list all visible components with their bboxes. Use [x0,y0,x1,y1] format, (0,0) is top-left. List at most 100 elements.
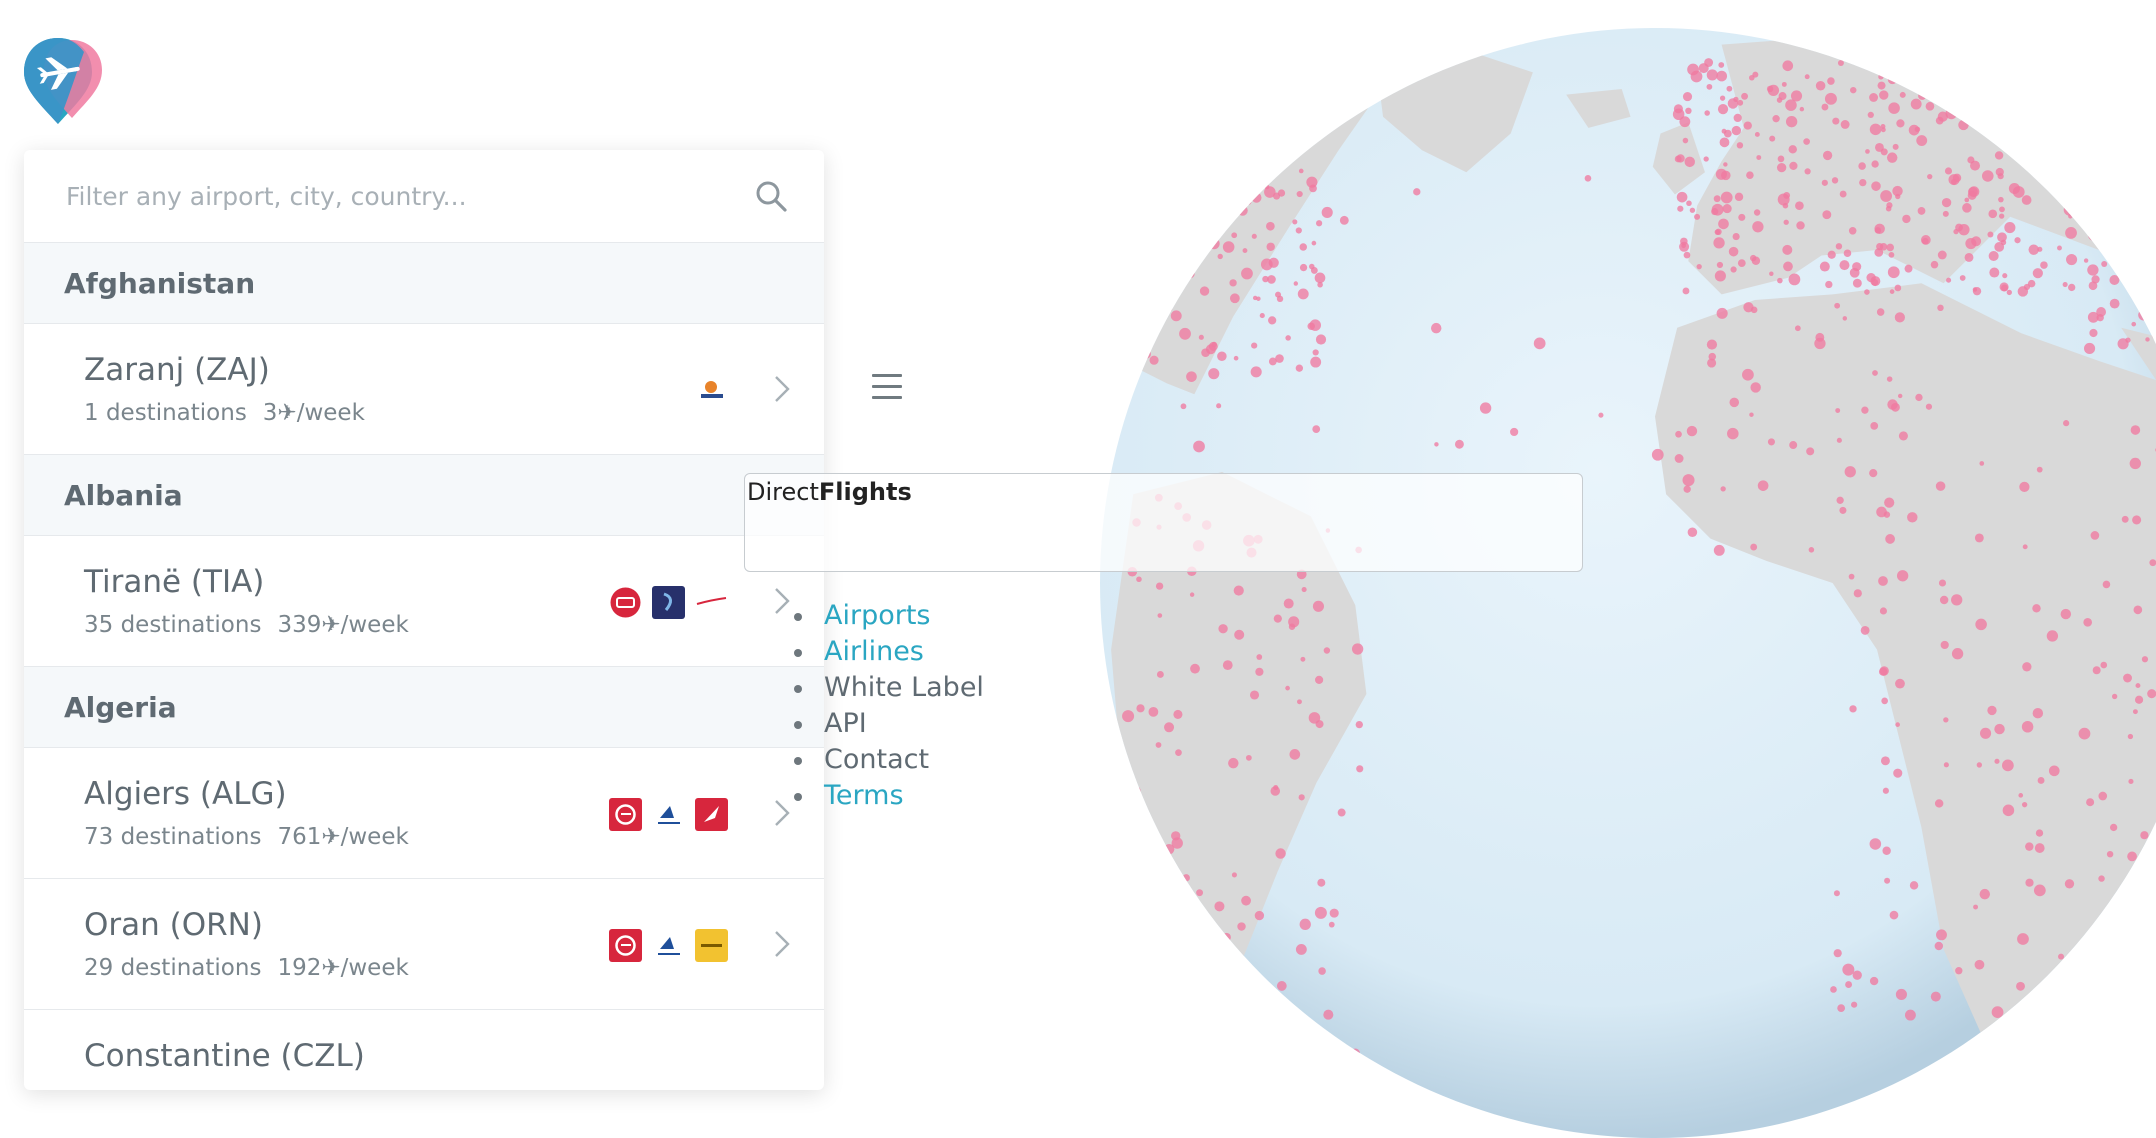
airport-dot [1731,125,1742,136]
airport-dot [1263,165,1276,178]
airport-dot [1998,213,2005,219]
airport-dot [1155,1057,1162,1064]
menu-item-terms[interactable]: Terms [794,778,984,814]
airport-dot [1163,1039,1173,1048]
airport-dot [2077,110,2090,122]
airport-row-tia[interactable]: Tiranë (TIA) 35 destinations 339✈/week [24,536,824,667]
airport-dot [2133,605,2143,615]
airport-dot [1234,629,1245,640]
menu-item-airlines[interactable]: Airlines [794,634,984,670]
airport-dot [1225,183,1230,188]
airport-dot [1716,307,1728,319]
blue-square-logo-icon [652,586,685,619]
airport-dot [1720,191,1733,204]
airport-dot [2034,843,2045,853]
airport-dot [1867,111,1874,119]
airport-dot [1122,710,1135,723]
airport-dot [2019,103,2025,110]
airport-dot [2090,531,2100,540]
search-icon[interactable] [754,179,788,213]
hamburger-menu-icon[interactable] [872,374,902,400]
app-logo[interactable] [20,34,106,126]
airport-dot [1720,486,1726,492]
airport-dot [1733,113,1742,123]
airport-dot [1915,393,1923,402]
airport-dot [2109,28,2116,32]
airport-dot [1141,349,1151,359]
airport-dot [1876,243,1884,251]
airport-dot [1824,92,1837,105]
airport-dot [2126,285,2134,292]
airport-row-alg[interactable]: Algiers (ALG) 73 destinations 761✈/week [24,748,824,879]
airport-dot [1140,228,1148,237]
turkish-airlines-logo-icon [695,798,728,831]
airport-dot [1675,430,1682,438]
airport-dot [1822,150,1833,161]
airport-dot [2097,230,2110,243]
airport-dot [2063,144,2076,157]
airport-dot [1244,198,1252,205]
airport-dot [2089,328,2098,338]
airport-dot [1284,142,1292,150]
airport-dot [1879,90,1889,100]
airport-dot [1161,1030,1170,1039]
blue-bird-logo-icon [652,929,685,962]
airport-dot [1706,339,1718,350]
airport-dot [1148,293,1158,304]
weekly-flights: 3✈/week [262,400,365,426]
airport-dot [1991,1006,2004,1019]
airport-dot [2053,186,2062,195]
airport-dot [1730,266,1737,273]
airport-name: Tiranë (TIA) [84,564,265,600]
airport-dot [1190,663,1200,674]
airport-dot [1254,910,1265,921]
airport-dot [2127,896,2138,907]
airport-dot [1756,155,1762,160]
airport-dot [1925,101,1935,111]
airport-dot [1910,98,1922,110]
airport-dot [1944,167,1953,175]
airport-dot [2061,80,2068,87]
airport-dot [1179,160,1189,169]
airport-dot [1861,406,1869,414]
airport-row-orn[interactable]: Oran (ORN) 29 destinations 192✈/week [24,879,824,1010]
airport-dot [1196,889,1204,897]
airport-dot [2088,166,2094,172]
airport-dot [1201,348,1210,358]
airport-dot [1821,103,1829,111]
airport-dot [1938,579,1947,587]
airport-row-zaj[interactable]: Zaranj (ZAJ) 1 destinations 3✈/week [24,324,824,455]
airport-dot [1859,178,1867,187]
airline-logos [609,586,728,619]
airport-dot [2077,138,2084,145]
search-input[interactable] [64,180,754,212]
globe-svg[interactable] [1100,28,2156,1138]
airport-dot [1318,967,1326,975]
airport-dot [1904,264,1913,273]
airport-dot [1209,218,1216,225]
airport-dot [1295,227,1302,234]
airport-dot [1245,754,1252,761]
airport-dot [1310,356,1322,368]
airport-dot [1674,155,1682,163]
airport-dot [1241,202,1247,209]
airport-dot [2079,161,2086,168]
airport-dot [2058,1021,2067,1030]
airport-dot [1851,1001,1858,1008]
airport-dot [1898,431,1908,441]
airport-dot [1994,151,2004,160]
airport-dot [2139,248,2147,256]
airport-dot [1964,252,1974,262]
globe-map[interactable] [1100,28,2156,1138]
airport-dot [1192,941,1199,948]
airport-dot [1884,497,1895,508]
chevron-right-icon [775,588,790,614]
airport-dot [1852,970,1862,980]
menu-item-airports[interactable]: Airports [794,598,984,634]
airport-row-czl[interactable]: Constantine (CZL) [24,1010,824,1090]
airport-dot [1301,586,1307,593]
airport-dot [1339,215,1349,225]
airport-dot [1306,176,1318,188]
airport-dot [1133,343,1143,353]
airport-dot [2021,802,2028,808]
